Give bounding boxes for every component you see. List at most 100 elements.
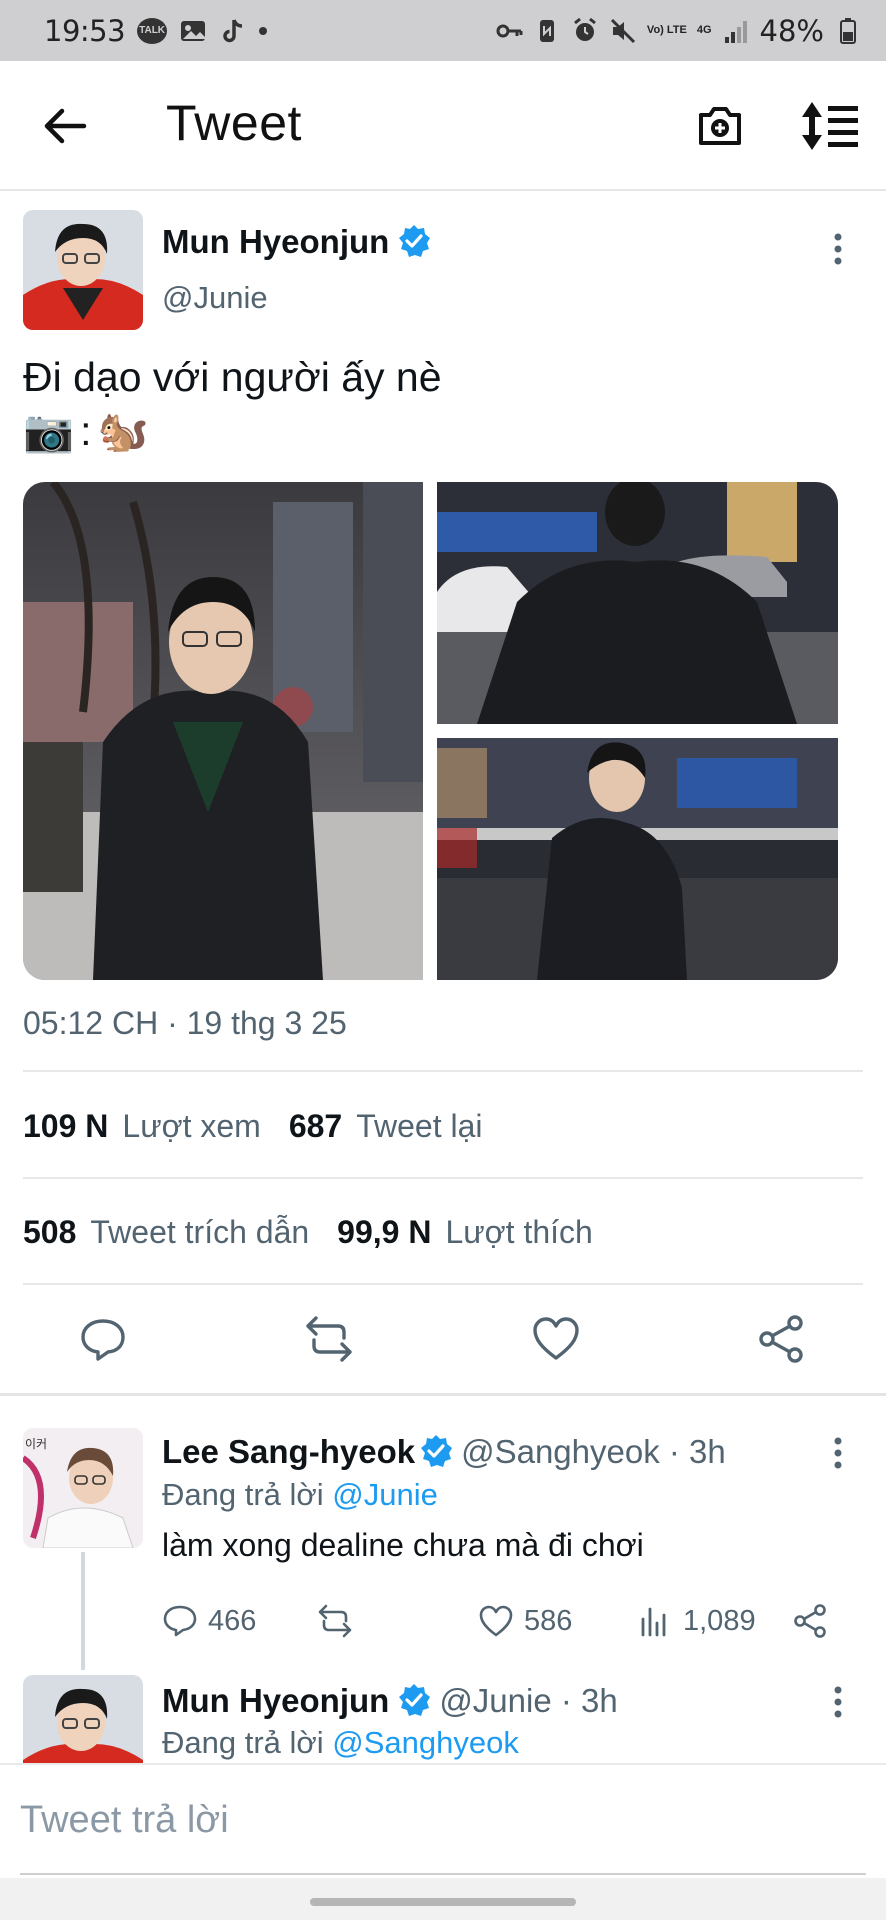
tweet-media-grid xyxy=(23,482,838,980)
app-header: Tweet xyxy=(0,61,886,191)
reply2-author-line[interactable]: Mun Hyeonjun @Junie · 3h xyxy=(162,1682,618,1720)
reply-compose-bar xyxy=(0,1763,886,1878)
author-name[interactable]: Mun Hyeonjun xyxy=(162,223,431,261)
stats-row-2: 508 Tweet trích dẫn 99,9 N Lượt thích xyxy=(23,1214,593,1251)
quotes-label: Tweet trích dẫn xyxy=(90,1214,310,1250)
reply-views-count: 1,089 xyxy=(683,1604,756,1637)
avatar-image xyxy=(23,210,143,330)
reply-retweet-button[interactable] xyxy=(317,1603,353,1639)
reply-text: làm xong dealine chưa mà đi chơi xyxy=(162,1527,644,1563)
reply-like-button[interactable]: 586 xyxy=(478,1603,572,1639)
kakaotalk-notification-icon: TALK xyxy=(137,17,168,44)
avatar-caption: 이커 xyxy=(25,1437,47,1451)
compose-underline xyxy=(20,1873,866,1875)
reply-action-bar: 466 586 1,089 xyxy=(162,1595,862,1645)
home-gesture-pill[interactable] xyxy=(310,1898,576,1906)
quotes-stat[interactable]: 508 Tweet trích dẫn xyxy=(23,1214,309,1251)
volte-label: Vo) LTE xyxy=(646,24,687,36)
thread-connector-line xyxy=(81,1552,85,1670)
status-time: 19:53 xyxy=(44,13,126,48)
alarm-icon xyxy=(573,17,596,41)
tweet-action-bar xyxy=(0,1300,886,1380)
signal-icon xyxy=(724,20,747,43)
retweet-icon[interactable] xyxy=(304,1314,354,1364)
reply2-replying-prefix: Đang trả lời xyxy=(162,1725,324,1760)
tweet-photo-3[interactable] xyxy=(437,738,838,980)
gallery-notification-icon xyxy=(181,20,206,41)
battery-percent: 48% xyxy=(759,13,824,48)
views-chart-icon xyxy=(641,1607,666,1637)
camera-plus-icon[interactable] xyxy=(695,101,745,151)
likes-count: 99,9 N xyxy=(337,1214,432,1250)
reply-avatar-image: 이커 xyxy=(23,1428,143,1548)
author-name-text: Mun Hyeonjun xyxy=(162,223,390,260)
retweet-icon xyxy=(318,1604,352,1638)
reply-replies-count: 466 xyxy=(208,1604,257,1637)
reply-compose-input[interactable] xyxy=(20,1785,860,1855)
reply-author-name: Lee Sang-hyeok xyxy=(162,1433,416,1470)
likes-stat[interactable]: 99,9 N Lượt thích xyxy=(337,1214,593,1251)
tweet-photo-2[interactable] xyxy=(437,482,838,724)
reply-more-options-icon[interactable] xyxy=(832,1436,844,1470)
mute-icon xyxy=(610,18,635,43)
network-4g-label: 4G xyxy=(696,24,712,36)
reply2-avatar-image xyxy=(23,1675,143,1765)
reply-likes-count: 586 xyxy=(524,1604,573,1637)
divider xyxy=(23,1177,863,1179)
reply2-replying-mention[interactable]: @Sanghyeok xyxy=(332,1725,519,1760)
system-navigation-bar xyxy=(0,1878,886,1920)
retweets-label: Tweet lại xyxy=(356,1108,483,1144)
reply-author-line[interactable]: Lee Sang-hyeok @Sanghyeok · 3h xyxy=(162,1433,726,1471)
reply2-author-name: Mun Hyeonjun xyxy=(162,1682,390,1719)
author-avatar[interactable] xyxy=(23,210,143,330)
more-options-icon[interactable] xyxy=(832,232,844,266)
reply-icon xyxy=(163,1605,197,1637)
views-stat[interactable]: 109 N Lượt xem xyxy=(23,1108,261,1145)
like-heart-icon[interactable] xyxy=(531,1314,581,1364)
replying-to: Đang trả lời @Junie xyxy=(162,1477,438,1513)
camera-emoji: 📷 xyxy=(23,408,75,454)
battery-icon xyxy=(840,17,856,44)
tweet-text-line2: 📷 : 🐿️ xyxy=(23,404,442,458)
tweet-text-line1: Đi dạo với người ấy nè xyxy=(23,354,442,400)
reply-avatar[interactable]: 이커 xyxy=(23,1428,143,1548)
author-handle[interactable]: @Junie xyxy=(162,280,268,316)
vpn-key-icon xyxy=(496,24,523,37)
reply-views-button[interactable]: 1,089 xyxy=(637,1603,756,1639)
divider xyxy=(23,1070,863,1072)
tiktok-notification-icon xyxy=(223,18,243,42)
share-icon xyxy=(794,1604,826,1638)
share-icon[interactable] xyxy=(757,1314,807,1364)
replying-mention[interactable]: @Junie xyxy=(332,1477,438,1512)
likes-label: Lượt thích xyxy=(445,1214,593,1250)
tweet-photo-1[interactable] xyxy=(23,482,423,980)
retweets-stat[interactable]: 687 Tweet lại xyxy=(289,1108,483,1145)
section-separator xyxy=(0,1393,886,1396)
retweets-count: 687 xyxy=(288,1108,343,1144)
replying-prefix: Đang trả lời xyxy=(162,1477,324,1512)
reply-share-button[interactable] xyxy=(792,1603,828,1639)
reply2-handle-time: @Junie · 3h xyxy=(439,1682,618,1719)
page-title: Tweet xyxy=(166,95,302,151)
like-heart-icon xyxy=(479,1605,513,1637)
verified-badge-icon xyxy=(421,1435,453,1467)
more-notifications-dot xyxy=(259,26,268,35)
reply-icon[interactable] xyxy=(78,1314,128,1364)
status-bar: 19:53 TALK Vo) LTE 4G 48% xyxy=(0,0,886,61)
colon-text: : xyxy=(80,408,92,454)
verified-badge-icon xyxy=(399,225,431,257)
reply2-replying-to: Đang trả lời @Sanghyeok xyxy=(162,1725,519,1761)
squirrel-emoji: 🐿️ xyxy=(97,408,149,454)
views-label: Lượt xem xyxy=(122,1108,261,1144)
reply-handle-time: @Sanghyeok · 3h xyxy=(461,1433,726,1470)
back-arrow-icon[interactable] xyxy=(40,103,90,149)
quotes-count: 508 xyxy=(23,1214,77,1250)
stats-row-1: 109 N Lượt xem 687 Tweet lại xyxy=(23,1108,483,1145)
reply-reply-button[interactable]: 466 xyxy=(162,1603,256,1639)
tweet-timestamp: 05:12 CH · 19 thg 3 25 xyxy=(23,1005,347,1041)
reply2-more-options-icon[interactable] xyxy=(832,1685,844,1719)
divider xyxy=(23,1283,863,1285)
sort-icon[interactable] xyxy=(800,99,860,153)
reply2-avatar[interactable] xyxy=(23,1675,143,1765)
views-count: 109 N xyxy=(23,1108,109,1144)
